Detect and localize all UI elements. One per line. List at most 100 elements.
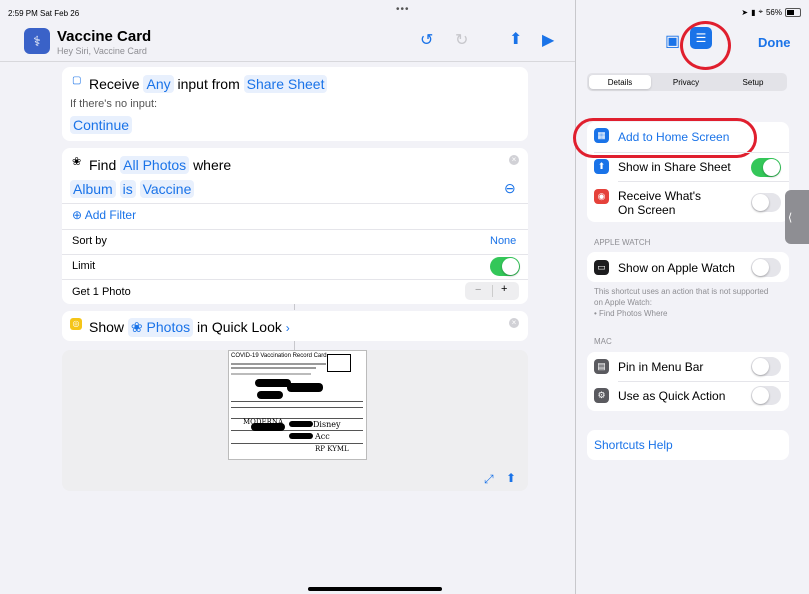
input-from-word: input from	[177, 76, 240, 92]
decrement-button[interactable]: −	[475, 284, 481, 296]
signal-icon: ▮	[751, 7, 756, 17]
divider	[62, 254, 528, 255]
share-sheet-toggle[interactable]	[751, 158, 781, 177]
location-icon: ➤	[741, 7, 749, 17]
doc-text-line	[231, 373, 311, 375]
handwriting: RP KYML	[315, 445, 349, 453]
divider	[62, 203, 528, 204]
continue-token[interactable]: Continue	[70, 116, 133, 134]
limit-toggle[interactable]	[490, 257, 520, 276]
doc-rule	[231, 407, 363, 408]
on-screen-toggle[interactable]	[751, 193, 781, 212]
receive-icon: ▢	[72, 75, 82, 86]
handwriting: Disney	[313, 420, 341, 429]
page-title[interactable]: Vaccine Card	[57, 28, 151, 45]
quick-look-icon: ◎	[70, 318, 82, 330]
in-quick-look-word: in Quick Look	[197, 319, 282, 335]
menu-bar-icon: ▤	[594, 359, 609, 374]
redo-icon[interactable]: ↻	[455, 30, 468, 50]
disclosure-icon[interactable]: ›	[286, 321, 290, 335]
doc-text-line	[231, 367, 316, 369]
filter-op-token[interactable]: is	[119, 180, 136, 198]
get-count-label: Get 1 Photo	[72, 286, 131, 298]
wifi-icon: ⌖	[758, 7, 763, 16]
redaction	[255, 379, 291, 387]
limit-stepper[interactable]: − +	[465, 282, 519, 300]
sort-value-button[interactable]: None	[490, 235, 516, 247]
stepper-divider	[492, 285, 493, 297]
remove-filter-icon[interactable]: ⊖	[504, 180, 516, 197]
show-target-token[interactable]: ❀ Photos	[127, 318, 194, 337]
status-time: 2:59 PM Sat Feb 26	[8, 9, 80, 18]
remove-action-icon[interactable]: ×	[509, 155, 519, 165]
quick-action-label: Use as Quick Action	[618, 389, 726, 403]
find-word: Find	[89, 157, 117, 173]
menu-bar-toggle[interactable]	[751, 357, 781, 376]
multitasking-dots-icon[interactable]: •••	[396, 4, 410, 15]
connector	[294, 340, 295, 350]
doc-text-line	[231, 363, 326, 365]
apple-watch-header: APPLE WATCH	[594, 238, 651, 247]
watch-note: This shortcut uses an action that is not…	[594, 287, 769, 318]
show-on-watch-label: Show on Apple Watch	[618, 261, 735, 275]
slide-over-handle[interactable]: ⟨	[785, 190, 809, 244]
divider	[618, 181, 789, 182]
divider	[62, 279, 528, 280]
photos-icon: ❀	[130, 319, 143, 335]
status-bar: 2:59 PM Sat Feb 26 ••• ➤ ▮ ⌖ 56%	[0, 0, 809, 20]
show-word: Show	[89, 319, 125, 335]
home-indicator[interactable]	[308, 587, 442, 591]
undo-icon[interactable]: ↺	[420, 30, 433, 50]
tab-details[interactable]: Details	[589, 75, 651, 89]
add-filter-button[interactable]: ⊕ Add Filter	[72, 208, 136, 222]
shortcut-icon[interactable]: ⚕	[24, 28, 50, 54]
status-icons: ➤ ▮ ⌖ 56%	[741, 7, 801, 17]
share-sheet-icon: ⬆	[594, 159, 609, 174]
doc-rule	[231, 430, 363, 431]
tab-setup[interactable]: Setup	[721, 75, 785, 89]
where-word: where	[193, 157, 232, 173]
filter-field-token[interactable]: Album	[70, 180, 116, 198]
redaction	[287, 383, 323, 392]
done-button[interactable]: Done	[758, 35, 791, 50]
input-type-token[interactable]: Any	[143, 75, 174, 93]
show-in-share-sheet-label: Show in Share Sheet	[618, 160, 731, 174]
pin-menu-bar-label: Pin in Menu Bar	[618, 360, 704, 374]
mac-header: MAC	[594, 337, 612, 346]
increment-button[interactable]: +	[501, 283, 507, 295]
cdc-logo	[327, 354, 351, 372]
share-icon[interactable]: ⬆	[509, 29, 522, 49]
battery-percent: 56%	[765, 7, 782, 17]
quick-action-toggle[interactable]	[751, 386, 781, 405]
receive-word: Receive	[89, 76, 140, 92]
add-icon: ⊕	[72, 208, 83, 222]
watch-toggle[interactable]	[751, 258, 781, 277]
shortcuts-help-link[interactable]: Shortcuts Help	[594, 438, 673, 452]
page-subtitle: Hey Siri, Vaccine Card	[57, 46, 147, 56]
find-text: Find All Photos where	[89, 156, 231, 174]
tab-privacy[interactable]: Privacy	[655, 75, 717, 89]
remove-action-icon[interactable]: ×	[509, 318, 519, 328]
doc-rule	[231, 401, 363, 402]
redaction	[289, 421, 313, 427]
add-to-dock-icon[interactable]: ▣	[665, 31, 680, 51]
expand-icon[interactable]: ⤢	[484, 472, 494, 487]
screen-capture-icon: ◉	[594, 189, 609, 204]
show-target-label: Photos	[146, 319, 191, 335]
annotation-circle-settings	[680, 21, 731, 70]
filter-value-token[interactable]: Vaccine	[139, 180, 195, 198]
redaction	[251, 423, 285, 431]
header-divider	[0, 61, 575, 62]
input-source-token[interactable]: Share Sheet	[243, 75, 328, 93]
doc-title: COVID-19 Vaccination Record Card	[231, 353, 327, 359]
divider	[618, 381, 789, 382]
vaccine-card-image: COVID-19 Vaccination Record Card MODERNA…	[228, 350, 367, 460]
split-divider	[575, 0, 576, 594]
photos-icon: ❀	[72, 156, 82, 168]
preview-share-icon[interactable]: ⬆	[506, 471, 516, 485]
details-segmented-control: Details Privacy Setup	[587, 73, 787, 91]
run-icon[interactable]: ▶	[542, 30, 554, 50]
show-text: Show ❀ Photos in Quick Look ›	[89, 318, 290, 337]
doc-rule	[231, 443, 363, 444]
find-target-token[interactable]: All Photos	[120, 156, 190, 174]
